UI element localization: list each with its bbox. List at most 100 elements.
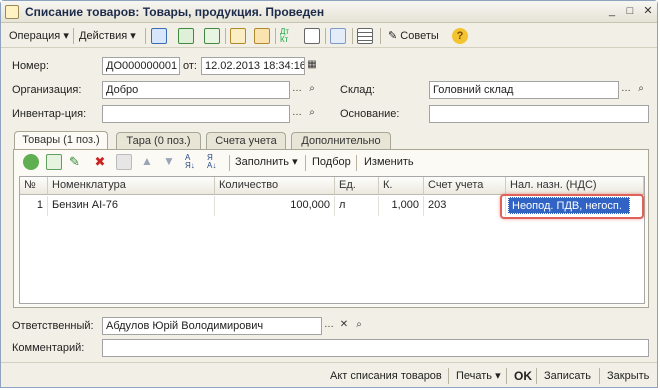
fill-menu[interactable]: Заполнить ▾ [235, 153, 298, 171]
separator [145, 28, 146, 44]
change-button[interactable]: Изменить [364, 153, 414, 171]
fill-label: Заполнить [235, 156, 290, 168]
search-icon[interactable]: ⌕ [352, 317, 366, 335]
operation-menu[interactable]: Операция ▾ [9, 27, 69, 45]
maximize-button[interactable]: □ [623, 5, 637, 18]
separator [448, 368, 449, 384]
search-icon[interactable]: ⌕ [305, 105, 319, 123]
column-header-coefficient[interactable]: К. [379, 177, 424, 195]
close-button[interactable]: Закрыть [607, 368, 649, 384]
separator [305, 155, 306, 171]
dt-kt-icon[interactable]: Дт Кт [280, 28, 296, 44]
write-off-act-button[interactable]: Акт списания товаров [330, 368, 442, 384]
separator [325, 28, 326, 44]
sort-ascending-icon[interactable]: А Я↓ [185, 154, 201, 170]
separator [380, 28, 381, 44]
calendar-icon[interactable]: ▦ [305, 57, 319, 75]
advice-label: Советы [400, 30, 439, 42]
basis-field[interactable] [429, 105, 649, 123]
ellipsis-icon[interactable]: … [290, 105, 304, 123]
window-title: Списание товаров: Товары, продукция. Про… [25, 5, 325, 19]
help-icon[interactable]: ? [452, 28, 468, 44]
separator [536, 368, 537, 384]
sort-descending-icon[interactable]: Я А↓ [207, 154, 223, 170]
chevron-down-icon: ▾ [292, 156, 298, 168]
advice-button[interactable]: ✎ Советы [388, 27, 439, 45]
copy-row-icon[interactable] [46, 154, 62, 170]
minimize-button[interactable]: _ [605, 5, 619, 18]
column-header-quantity[interactable]: Количество [215, 177, 335, 195]
inventory-field[interactable] [102, 105, 290, 123]
copy-document-icon[interactable] [204, 28, 220, 44]
title-bar: Списание товаров: Товары, продукция. Про… [1, 1, 657, 23]
organization-label: Организация: [12, 84, 82, 96]
quantity-cell[interactable]: 100,000 [215, 196, 335, 216]
nomenclature-cell[interactable]: Бензин АІ-76 [48, 196, 215, 216]
separator [73, 28, 74, 44]
column-header-account[interactable]: Счет учета [424, 177, 506, 195]
document-icon [5, 5, 19, 19]
save-button[interactable]: Записать [544, 368, 591, 384]
ellipsis-icon[interactable]: … [322, 317, 336, 335]
separator [352, 28, 353, 44]
clear-icon[interactable]: ✕ [337, 317, 351, 335]
move-up-icon[interactable]: ▲ [139, 154, 155, 170]
hierarchy-icon[interactable] [330, 28, 346, 44]
from-label: от: [183, 60, 197, 72]
post-document-icon[interactable] [230, 28, 246, 44]
date-field[interactable]: 12.02.2013 18:34:16 [201, 57, 305, 75]
main-toolbar: Операция ▾ Действия ▾ Дт Кт ✎ Советы ? [1, 24, 657, 48]
add-row-icon[interactable] [23, 154, 39, 170]
structure-icon[interactable] [304, 28, 320, 44]
separator [229, 155, 230, 171]
column-header-nomenclature[interactable]: Номенклатура [48, 177, 215, 195]
column-header-unit[interactable]: Ед. [335, 177, 379, 195]
operation-label: Операция [9, 30, 61, 42]
pencil-icon: ✎ [388, 30, 398, 42]
inventory-label: Инвентар-ция: [12, 108, 87, 120]
unit-cell[interactable]: л [335, 196, 379, 216]
responsible-label: Ответственный: [12, 320, 94, 332]
list-icon[interactable] [357, 28, 373, 44]
pick-button[interactable]: Подбор [312, 153, 351, 171]
chevron-down-icon: ▾ [130, 30, 136, 42]
ok-button[interactable]: OK [514, 368, 532, 384]
tab-goods[interactable]: Товары (1 поз.) [14, 131, 108, 149]
number-field[interactable]: ДО000000001 [102, 57, 180, 75]
ellipsis-icon[interactable]: … [619, 81, 633, 99]
tab-additional[interactable]: Дополнительно [291, 132, 391, 149]
edit-row-icon[interactable]: ✎ [69, 154, 85, 170]
bottom-bar: Акт списания товаров Печать ▾ OK Записат… [1, 362, 657, 388]
chevron-down-icon: ▾ [63, 30, 69, 42]
document-window: Списание товаров: Товары, продукция. Про… [0, 0, 658, 388]
print-label: Печать [456, 370, 493, 382]
goods-table[interactable]: № Номенклатура Количество Ед. К. Счет уч… [19, 176, 645, 304]
vat-purpose-value: Неопод. ПДВ, негосп. [508, 197, 630, 214]
close-window-button[interactable]: ✕ [641, 5, 655, 18]
tab-containers[interactable]: Тара (0 поз.) [116, 132, 201, 149]
end-edit-icon[interactable] [116, 154, 132, 170]
organization-field[interactable]: Добро [102, 81, 290, 99]
chevron-down-icon: ▾ [495, 370, 501, 382]
print-menu[interactable]: Печать ▾ [456, 368, 501, 384]
column-header-vat-purpose[interactable]: Нал. назн. (НДС) [506, 177, 644, 195]
unpost-document-icon[interactable] [254, 28, 270, 44]
comment-field[interactable] [102, 339, 649, 357]
actions-label: Действия [79, 30, 128, 42]
delete-row-icon[interactable]: ✖ [92, 154, 108, 170]
coefficient-cell[interactable]: 1,000 [379, 196, 424, 216]
ellipsis-icon[interactable]: … [290, 81, 304, 99]
row-number-cell[interactable]: 1 [20, 196, 48, 216]
responsible-field[interactable]: Абдулов Юрій Володимирович [102, 317, 322, 335]
search-icon[interactable]: ⌕ [305, 81, 319, 99]
move-down-icon[interactable]: ▼ [161, 154, 177, 170]
account-cell[interactable]: 203 [424, 196, 506, 216]
column-header-number[interactable]: № [20, 177, 48, 195]
search-icon[interactable]: ⌕ [634, 81, 648, 99]
warehouse-field[interactable]: Головний склад [429, 81, 619, 99]
vat-purpose-cell[interactable]: Неопод. ПДВ, негосп. [500, 194, 644, 219]
actions-menu[interactable]: Действия ▾ [79, 27, 136, 45]
post-and-close-icon[interactable] [151, 28, 167, 44]
refresh-icon[interactable] [178, 28, 194, 44]
tab-accounts[interactable]: Счета учета [206, 132, 286, 149]
